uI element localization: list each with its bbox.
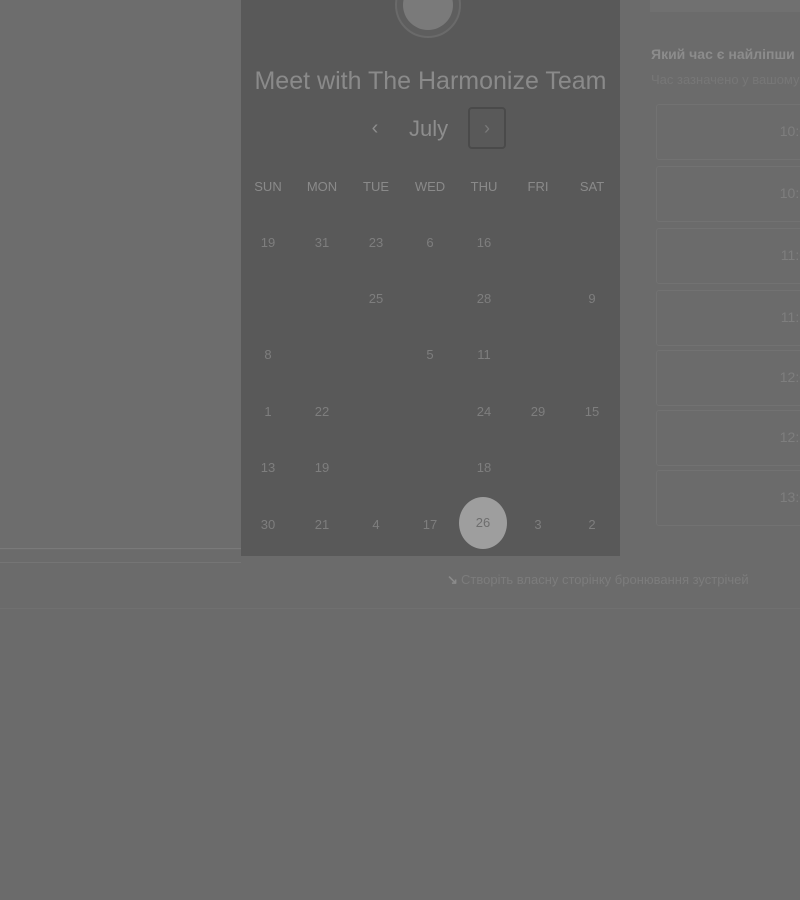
weekday-sun: SUN: [254, 179, 282, 194]
selected-day[interactable]: 26: [459, 515, 507, 530]
chat-bubble-icon: •••: [403, 0, 453, 30]
calendar-day[interactable]: 4: [349, 517, 403, 532]
left-divider-lower: [0, 562, 241, 563]
calendar-day[interactable]: 1: [241, 404, 295, 419]
calendar-day[interactable]: 15: [565, 404, 619, 419]
calendar-day[interactable]: 30: [241, 517, 295, 532]
create-link-text[interactable]: Створіть власну сторінку бронювання зуст…: [461, 572, 749, 587]
time-slot-label: 10:3: [779, 185, 800, 201]
time-slot-button[interactable]: 12:3: [656, 410, 800, 466]
left-panel: [0, 0, 241, 550]
avatar: •••: [395, 0, 461, 38]
next-month-button[interactable]: ›: [468, 107, 506, 149]
calendar-day[interactable]: 5: [403, 347, 457, 362]
time-slot-button[interactable]: 13:0: [656, 470, 800, 526]
calendar-day[interactable]: 18: [457, 460, 511, 475]
calendar-card: ••• Meet with The Harmonize Team ‹ July …: [241, 0, 620, 556]
time-slot-label: 13:0: [779, 489, 800, 505]
weekday-thu: THU: [470, 179, 498, 194]
calendar-day[interactable]: 28: [457, 291, 511, 306]
time-slot-label: 12:0: [779, 369, 800, 385]
weekday-mon: MON: [306, 179, 338, 194]
calendar-day[interactable]: 11: [457, 347, 511, 362]
calendar-day[interactable]: 19: [295, 460, 349, 475]
calendar-day[interactable]: 2: [565, 517, 619, 532]
time-slot-button[interactable]: 11:3: [656, 290, 800, 346]
calendar-day[interactable]: 24: [457, 404, 511, 419]
calendar-day[interactable]: 23: [349, 235, 403, 250]
time-question: Який час є найліпши: [651, 46, 795, 62]
calendar-day[interactable]: 16: [457, 235, 511, 250]
calendar-day[interactable]: 17: [403, 517, 457, 532]
calendar-day[interactable]: 19: [241, 235, 295, 250]
time-slot-button[interactable]: 10:0: [656, 104, 800, 160]
time-slot-button[interactable]: 11:0: [656, 228, 800, 284]
calendar-day[interactable]: 29: [511, 404, 565, 419]
more-dots-icon: •••: [403, 0, 453, 4]
time-slot-label: 12:3: [779, 429, 800, 445]
calendar-day[interactable]: 31: [295, 235, 349, 250]
calendar-day[interactable]: 25: [349, 291, 403, 306]
left-divider: [0, 548, 241, 549]
time-slot-button[interactable]: 10:3: [656, 166, 800, 222]
time-slot-button[interactable]: 12:0: [656, 350, 800, 406]
calendar-day[interactable]: 22: [295, 404, 349, 419]
time-slot-label: 11:3: [780, 309, 800, 325]
time-slot-label: 11:0: [780, 247, 800, 263]
calendar-day[interactable]: 21: [295, 517, 349, 532]
time-selection-panel: Який час є найліпши Час зазначено у вашо…: [620, 0, 800, 556]
calendar-day[interactable]: 13: [241, 460, 295, 475]
top-bar: [650, 0, 800, 12]
calendar-day[interactable]: 3: [511, 517, 565, 532]
create-booking-page-link[interactable]: ↘ Створіть власну сторінку бронювання зус…: [447, 572, 800, 592]
weekday-wed: WED: [414, 179, 446, 194]
month-label: July: [409, 116, 449, 141]
time-slot-label: 10:0: [779, 123, 800, 139]
calendar-day[interactable]: 9: [565, 291, 619, 306]
calendar-day[interactable]: 8: [241, 347, 295, 362]
calendar-day[interactable]: 6: [403, 235, 457, 250]
timezone-note: Час зазначено у вашому часовому поясі: [651, 72, 800, 87]
calendar-title: Meet with The Harmonize Team: [254, 67, 607, 95]
page-divider: [0, 608, 800, 609]
weekday-sat: SAT: [579, 179, 605, 194]
previous-month-button[interactable]: ‹: [364, 116, 386, 140]
brand-logo-icon: ↘: [447, 572, 458, 587]
weekday-tue: TUE: [363, 179, 389, 194]
weekday-fri: FRI: [527, 179, 549, 194]
